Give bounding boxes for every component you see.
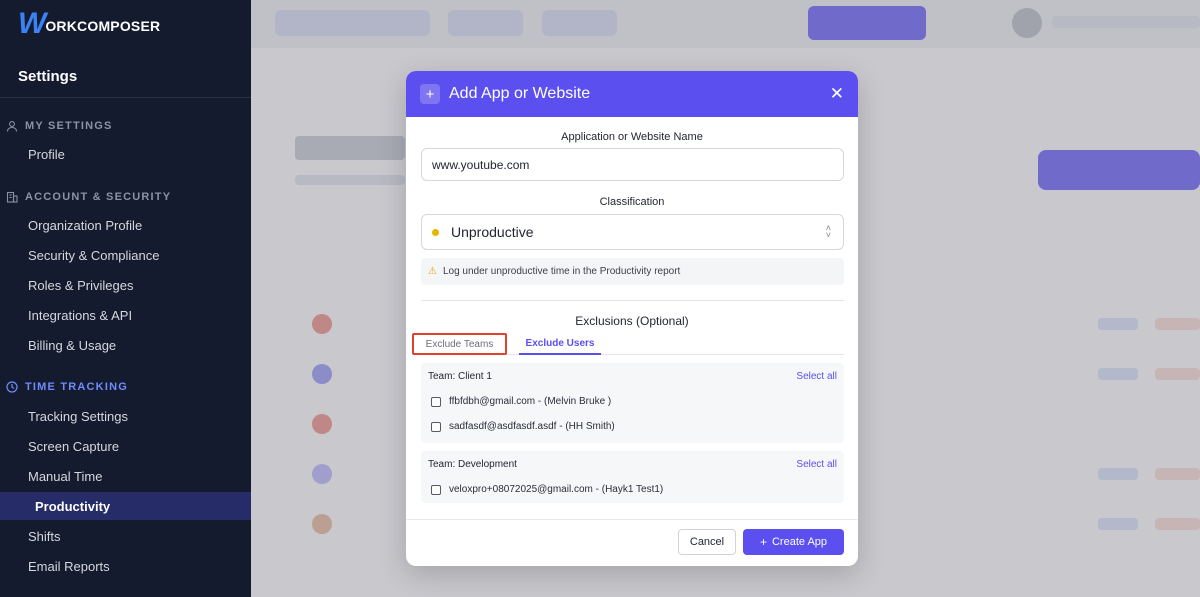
section-time-tracking: TIME TRACKING bbox=[6, 381, 128, 393]
sidebar-item-shifts[interactable]: Shifts bbox=[28, 529, 61, 544]
create-label: Create App bbox=[771, 536, 828, 548]
exclusions-title: Exclusions (Optional) bbox=[575, 314, 689, 328]
classification-label: Classification bbox=[599, 196, 665, 208]
team-card: Team: Client 1 Select all ffbfdbh@gmail.… bbox=[421, 363, 844, 443]
create-app-button[interactable]: + Create App bbox=[743, 529, 844, 555]
modal-header: + Add App or Website ✕ bbox=[406, 71, 858, 117]
select-all-link[interactable]: Select all bbox=[796, 459, 837, 470]
select-all-link[interactable]: Select all bbox=[796, 371, 837, 382]
member-row[interactable]: ffbfdbh@gmail.com - (Melvin Bruke ) bbox=[431, 396, 611, 407]
chevron-up-down-icon: ˄ ˅ bbox=[825, 223, 831, 240]
warning-icon: ⚠ bbox=[428, 266, 437, 277]
sidebar-item-tracking-settings[interactable]: Tracking Settings bbox=[28, 409, 128, 424]
sidebar-item-organization-profile[interactable]: Organization Profile bbox=[28, 218, 142, 233]
team-card: Team: Development Select all veloxpro+08… bbox=[421, 451, 844, 503]
add-app-modal: + Add App or Website ✕ Application or We… bbox=[406, 71, 858, 566]
app-name-input[interactable] bbox=[421, 148, 844, 181]
member-row[interactable]: sadfasdf@asdfasdf.asdf - (HH Smith) bbox=[431, 421, 615, 432]
name-label: Application or Website Name bbox=[561, 131, 703, 143]
member-label: ffbfdbh@gmail.com - (Melvin Bruke ) bbox=[449, 396, 612, 407]
logo-text: ORKCOMPOSER bbox=[45, 18, 161, 34]
classification-select[interactable]: Unproductive ˄ ˅ bbox=[421, 214, 844, 250]
sidebar-item-screen-capture[interactable]: Screen Capture bbox=[28, 439, 119, 454]
classification-hint: ⚠ Log under unproductive time in the Pro… bbox=[421, 258, 844, 285]
clock-icon bbox=[6, 381, 18, 393]
plus-icon: + bbox=[759, 535, 767, 549]
team-name: Team: Development bbox=[428, 459, 517, 470]
sidebar-item-label: Productivity bbox=[35, 499, 111, 514]
team-name: Team: Client 1 bbox=[428, 371, 492, 382]
member-checkbox[interactable] bbox=[431, 421, 441, 432]
close-icon[interactable]: ✕ bbox=[830, 84, 844, 104]
sidebar-item-profile[interactable]: Profile bbox=[28, 147, 65, 162]
section-my-settings: MY SETTINGS bbox=[6, 120, 113, 132]
workcomposer-logo[interactable]: W ORKCOMPOSER bbox=[18, 7, 161, 40]
status-dot-icon bbox=[432, 228, 439, 236]
tab-exclude-teams[interactable]: Exclude Teams bbox=[412, 333, 507, 355]
footer-divider bbox=[406, 519, 858, 520]
sidebar-item-roles-privileges[interactable]: Roles & Privileges bbox=[28, 278, 134, 293]
sidebar-item-integrations-api[interactable]: Integrations & API bbox=[28, 308, 132, 323]
member-checkbox[interactable] bbox=[431, 484, 441, 495]
sidebar-item-security-compliance[interactable]: Security & Compliance bbox=[28, 248, 160, 263]
user-icon bbox=[6, 120, 18, 132]
sidebar-divider bbox=[0, 97, 251, 98]
tab-exclude-users[interactable]: Exclude Users bbox=[519, 333, 601, 355]
section-account-security: ACCOUNT & SECURITY bbox=[6, 191, 171, 203]
classification-value: Unproductive bbox=[451, 224, 534, 240]
section-label: ACCOUNT & SECURITY bbox=[25, 191, 172, 203]
sidebar-item-manual-time[interactable]: Manual Time bbox=[28, 469, 102, 484]
sidebar-item-billing-usage[interactable]: Billing & Usage bbox=[28, 338, 116, 353]
hint-text: Log under unproductive time in the Produ… bbox=[442, 266, 681, 277]
sidebar-item-productivity[interactable]: Productivity bbox=[0, 492, 251, 520]
modal-title: Add App or Website bbox=[449, 85, 591, 102]
logo-mark: W bbox=[18, 7, 46, 40]
divider bbox=[421, 300, 844, 301]
member-checkbox[interactable] bbox=[431, 396, 441, 407]
member-label: veloxpro+08072025@gmail.com - (Hayk1 Tes… bbox=[449, 484, 664, 495]
exclusion-tabs: Exclude Teams Exclude Users bbox=[412, 333, 844, 355]
section-label: MY SETTINGS bbox=[25, 120, 113, 132]
sidebar-item-email-reports[interactable]: Email Reports bbox=[28, 559, 110, 574]
settings-sidebar: W ORKCOMPOSER Settings MY SETTINGS Profi… bbox=[0, 0, 251, 597]
building-icon bbox=[6, 191, 18, 203]
sidebar-title: Settings bbox=[18, 68, 78, 85]
cancel-button[interactable]: Cancel bbox=[678, 529, 736, 555]
plus-icon: + bbox=[420, 84, 440, 104]
member-row[interactable]: veloxpro+08072025@gmail.com - (Hayk1 Tes… bbox=[431, 484, 663, 495]
section-label: TIME TRACKING bbox=[25, 381, 128, 393]
member-label: sadfasdf@asdfasdf.asdf - (HH Smith) bbox=[449, 421, 615, 432]
